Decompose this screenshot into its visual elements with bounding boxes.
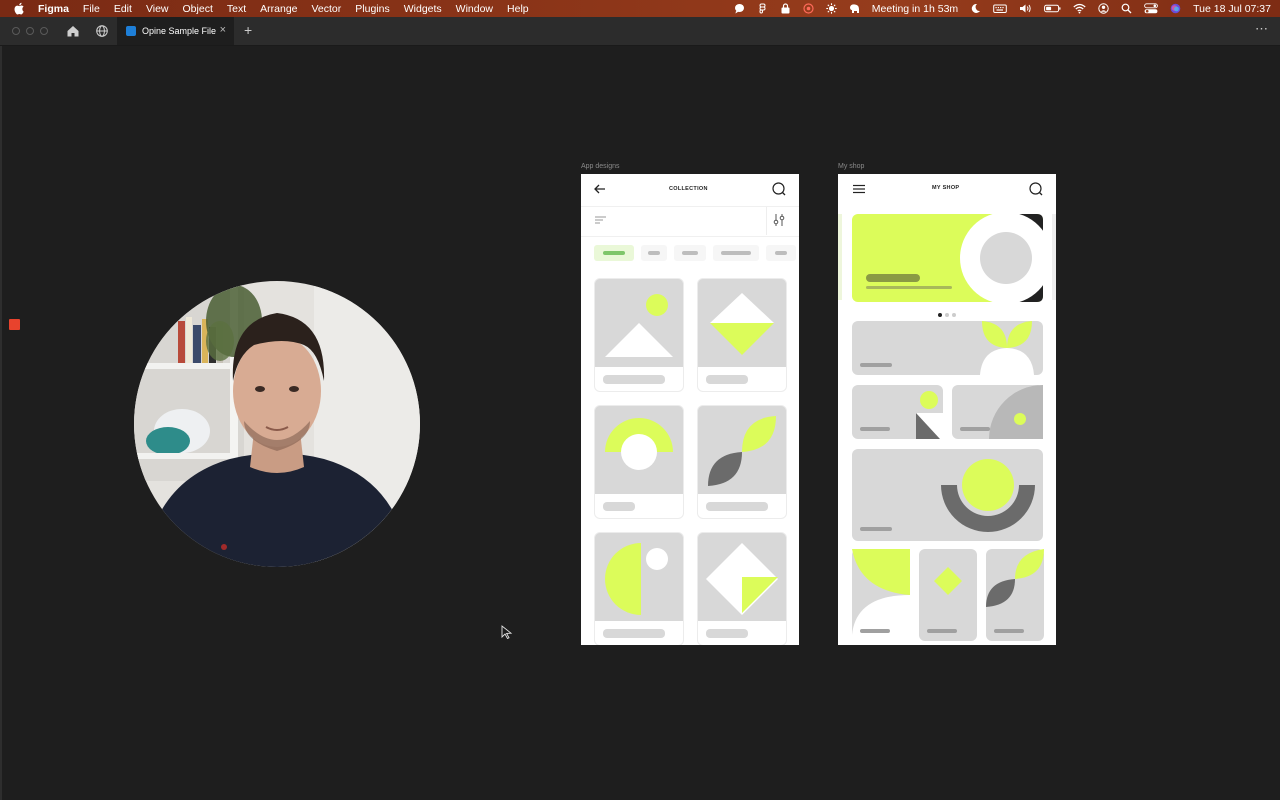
record-circle-icon[interactable] [803, 3, 814, 14]
siri-icon[interactable] [1170, 3, 1181, 14]
presenter-portrait-image [134, 281, 420, 567]
product-title-placeholder [603, 375, 665, 384]
carousel-dot-active[interactable] [938, 313, 942, 317]
product-title-placeholder [706, 502, 768, 511]
webcam-presenter-video [134, 281, 420, 567]
new-tab-button[interactable]: + [244, 22, 252, 38]
menu-vector[interactable]: Vector [312, 3, 342, 15]
frame-app-designs[interactable]: COLLECTION [581, 174, 799, 645]
wifi-icon[interactable] [1073, 3, 1086, 14]
category-chip-active[interactable] [594, 245, 634, 261]
elephant-app-icon[interactable] [849, 3, 860, 14]
figma-logo-icon[interactable] [757, 3, 768, 14]
frame-label-app-designs[interactable]: App designs [581, 163, 620, 170]
search-icon[interactable] [1028, 181, 1044, 197]
collection-title: COLLECTION [669, 186, 708, 192]
product-card[interactable] [697, 278, 787, 392]
product-title-placeholder [706, 375, 748, 384]
menu-arrange[interactable]: Arrange [260, 3, 297, 15]
filter-row-divider [581, 236, 799, 237]
menu-help[interactable]: Help [507, 3, 529, 15]
menu-object[interactable]: Object [183, 3, 213, 15]
menu-widgets[interactable]: Widgets [404, 3, 442, 15]
figma-file-icon [126, 26, 136, 36]
macos-menu-bar: Figma File Edit View Object Text Arrange… [0, 0, 1280, 17]
carousel-dot[interactable] [952, 313, 956, 317]
sort-icon[interactable] [594, 214, 608, 226]
menu-list: Figma File Edit View Object Text Arrange… [38, 0, 543, 17]
window-minimize-button[interactable] [26, 27, 34, 35]
frame-my-shop[interactable]: MY SHOP [838, 174, 1056, 645]
home-icon[interactable] [66, 24, 80, 38]
diamond-placeholder-image [698, 279, 786, 367]
half-circle-placeholder-image [595, 533, 683, 621]
back-arrow-icon[interactable] [593, 182, 607, 196]
product-card[interactable] [697, 405, 787, 519]
mouse-cursor-icon [501, 625, 513, 639]
category-chip[interactable] [641, 245, 667, 261]
category-chip[interactable] [713, 245, 759, 261]
category-chip[interactable] [674, 245, 706, 261]
apple-logo-icon[interactable] [13, 2, 25, 15]
chat-bubble-icon[interactable] [734, 3, 745, 14]
hamburger-menu-icon[interactable] [852, 183, 866, 195]
product-title-placeholder [706, 629, 748, 638]
tab-file-label: Opine Sample File [142, 26, 217, 36]
category-tile-arch[interactable] [852, 549, 910, 641]
search-icon[interactable] [771, 181, 787, 197]
product-card[interactable] [594, 532, 684, 645]
recording-indicator[interactable] [9, 319, 20, 330]
product-card[interactable] [594, 278, 684, 392]
product-card[interactable] [594, 405, 684, 519]
featured-tile-sun[interactable] [852, 449, 1043, 541]
tab-close-button[interactable]: × [220, 24, 226, 36]
mountain-sun-placeholder-image [595, 279, 683, 367]
spotlight-search-icon[interactable] [1121, 3, 1132, 14]
hero-banner[interactable] [838, 212, 1056, 304]
globe-community-icon[interactable] [95, 24, 109, 38]
category-chip[interactable] [766, 245, 796, 261]
menu-window[interactable]: Window [456, 3, 493, 15]
menu-file[interactable]: File [83, 3, 100, 15]
sun-gear-icon[interactable] [826, 3, 837, 14]
menu-view[interactable]: View [146, 3, 169, 15]
status-area: Meeting in 1h 53m Tue 18 Jul 07:37 [722, 0, 1271, 17]
window-zoom-button[interactable] [40, 27, 48, 35]
product-title-placeholder [603, 502, 635, 511]
volume-icon[interactable] [1019, 3, 1032, 14]
moon-focus-icon[interactable] [970, 3, 981, 14]
figma-tab-bar: Opine Sample File × + ⋯ [0, 17, 1280, 46]
menu-edit[interactable]: Edit [114, 3, 132, 15]
menu-plugins[interactable]: Plugins [355, 3, 389, 15]
filter-sliders-icon[interactable] [772, 213, 786, 227]
menu-text[interactable]: Text [227, 3, 246, 15]
carousel-dot[interactable] [945, 313, 949, 317]
control-center-icon[interactable] [1144, 3, 1159, 14]
battery-icon[interactable] [1044, 3, 1061, 14]
window-close-button[interactable] [12, 27, 20, 35]
frame-label-my-shop[interactable]: My shop [838, 163, 864, 170]
category-tile-diamond[interactable] [919, 549, 977, 641]
keyboard-icon[interactable] [993, 3, 1007, 14]
filter-divider [766, 207, 767, 235]
tab-opine-sample-file[interactable]: Opine Sample File × [117, 17, 234, 45]
category-tile-quarter-circle[interactable] [952, 385, 1043, 439]
lock-icon[interactable] [780, 3, 791, 14]
semicircle-placeholder-image [595, 406, 683, 494]
category-banner-leaves[interactable] [852, 321, 1043, 375]
category-tile-leaves[interactable] [986, 549, 1044, 641]
product-card[interactable] [697, 532, 787, 645]
menu-app-figma[interactable]: Figma [38, 3, 69, 15]
calendar-meeting-text[interactable]: Meeting in 1h 53m [872, 3, 958, 15]
category-tile-triangle[interactable] [852, 385, 943, 439]
rotated-square-placeholder-image [698, 533, 786, 621]
user-account-icon[interactable] [1098, 3, 1109, 14]
more-options-button[interactable]: ⋯ [1255, 21, 1268, 37]
date-time-clock[interactable]: Tue 18 Jul 07:37 [1193, 3, 1271, 15]
canvas-left-edge [0, 46, 2, 800]
product-title-placeholder [603, 629, 665, 638]
leaves-placeholder-image [698, 406, 786, 494]
my-shop-title: MY SHOP [932, 185, 960, 191]
